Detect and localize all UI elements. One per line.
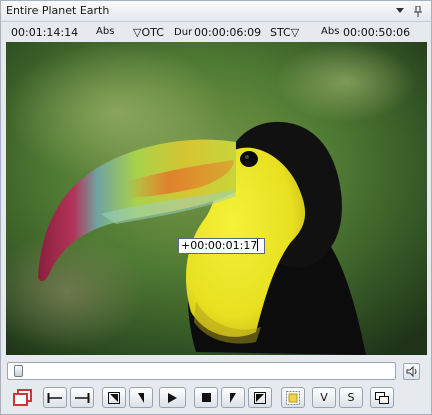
sync-toggle-button[interactable]: S [339, 387, 363, 408]
position-slider-thumb[interactable] [14, 365, 23, 377]
mark-out-button[interactable] [70, 387, 94, 408]
step-back-button[interactable] [129, 387, 153, 408]
safe-area-icon [286, 390, 300, 405]
stop-button[interactable] [194, 387, 218, 408]
otc-selector[interactable]: ▽OTC [133, 26, 164, 39]
go-to-out-icon [254, 391, 266, 404]
step-forward-button[interactable] [221, 387, 245, 408]
video-frame[interactable]: +00:00:01:17 [6, 42, 427, 355]
position-slider[interactable] [7, 362, 396, 380]
step-forward-icon [230, 392, 236, 403]
text-caret [257, 239, 259, 251]
play-button[interactable] [159, 387, 186, 408]
duration-timecode[interactable]: 00:00:06:09 [194, 26, 261, 39]
mark-in-button[interactable] [43, 387, 67, 408]
picture-in-picture-button[interactable] [370, 387, 394, 408]
go-to-out-button[interactable] [248, 387, 272, 408]
mark-out-icon [75, 392, 90, 403]
go-to-in-icon [108, 391, 120, 404]
duration-label: Dur [174, 27, 193, 38]
play-icon [168, 392, 177, 403]
end-timecode[interactable]: 00:00:50:06 [343, 26, 410, 39]
toucan-image [6, 42, 427, 355]
timecode-entry-field[interactable]: +00:00:01:17 [178, 238, 265, 254]
picture-in-picture-icon [375, 391, 389, 404]
current-timecode[interactable]: 00:01:14:14 [11, 26, 78, 39]
stop-icon [201, 393, 211, 402]
stc-selector[interactable]: STC▽ [270, 26, 299, 39]
player-panel: Entire Planet Earth 00:01:14:14 Abs ▽OTC… [0, 0, 432, 415]
go-to-in-button[interactable] [102, 387, 126, 408]
eject-clip-icon[interactable] [11, 387, 35, 408]
dropdown-arrow-icon[interactable] [393, 4, 407, 18]
video-toggle-button[interactable]: V [312, 387, 336, 408]
step-back-icon [138, 392, 144, 403]
pin-icon[interactable] [411, 4, 425, 18]
title-bar: Entire Planet Earth [1, 1, 431, 22]
end-mode[interactable]: Abs [321, 26, 339, 37]
timecode-entry-text: +00:00:01:17 [181, 239, 258, 252]
current-mode[interactable]: Abs [96, 26, 114, 37]
mark-in-icon [47, 392, 62, 403]
timecode-bar: 00:01:14:14 Abs ▽OTC Dur 00:00:06:09 STC… [1, 25, 431, 41]
safe-area-button[interactable] [281, 387, 305, 408]
volume-icon[interactable] [403, 363, 420, 380]
window-title: Entire Planet Earth [6, 4, 110, 17]
